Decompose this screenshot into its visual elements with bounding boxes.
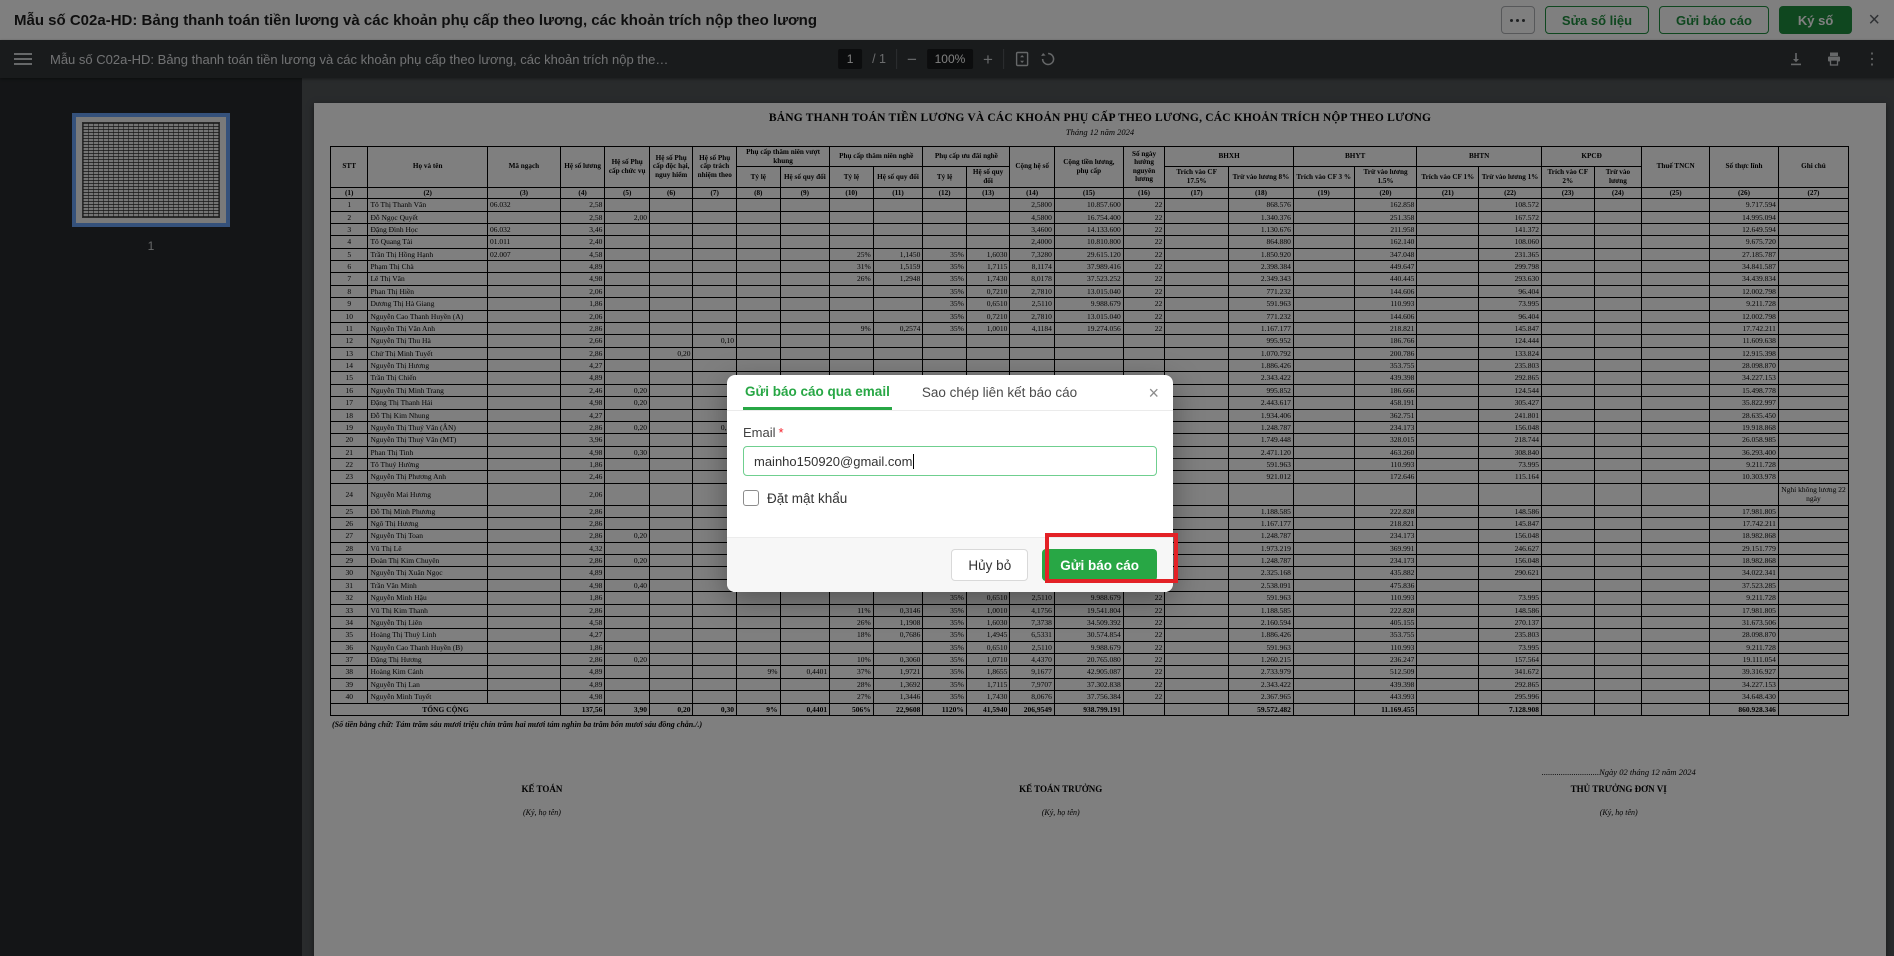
modal-body: Email* mainho150920@gmail.com Đặt mật kh… (727, 411, 1173, 506)
modal-close-icon[interactable]: × (1148, 383, 1159, 404)
send-report-modal: Gửi báo cáo qua email Sao chép liên kết … (727, 375, 1173, 592)
tab-copy-report-link[interactable]: Sao chép liên kết báo cáo (920, 375, 1079, 410)
modal-footer: Hủy bỏ Gửi báo cáo (727, 537, 1173, 592)
required-asterisk: * (779, 425, 784, 440)
email-input-value: mainho150920@gmail.com (754, 454, 912, 469)
modal-tab-bar: Gửi báo cáo qua email Sao chép liên kết … (727, 375, 1173, 411)
set-password-label: Đặt mật khẩu (767, 491, 847, 506)
text-cursor (913, 454, 914, 469)
email-label-text: Email (743, 425, 776, 440)
send-report-submit-button[interactable]: Gửi báo cáo (1042, 549, 1157, 581)
checkbox-icon[interactable] (743, 490, 759, 506)
set-password-checkbox-row[interactable]: Đặt mật khẩu (743, 490, 1157, 506)
email-input[interactable]: mainho150920@gmail.com (743, 446, 1157, 476)
cancel-button[interactable]: Hủy bỏ (951, 549, 1028, 581)
tab-send-via-email[interactable]: Gửi báo cáo qua email (743, 375, 892, 410)
app-window: Mẫu số C02a-HD: Bảng thanh toán tiền lươ… (0, 0, 1894, 956)
email-field-label: Email* (743, 425, 1157, 440)
